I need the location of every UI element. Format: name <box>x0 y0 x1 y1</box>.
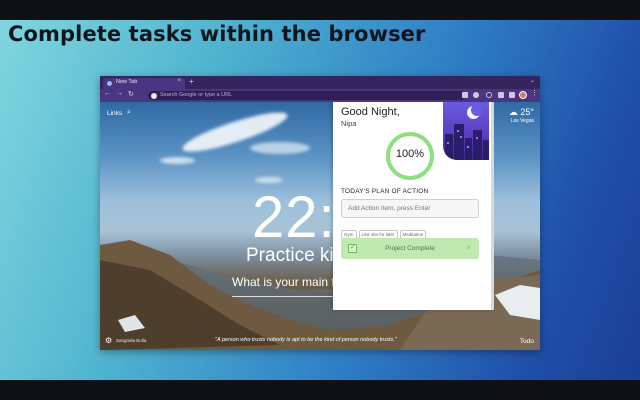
main-focus-question: What is your main fo <box>232 275 342 289</box>
settings-gear-icon[interactable]: ⚙ <box>105 336 112 345</box>
tab-title: New Tab <box>116 79 138 85</box>
address-placeholder: Search Google or type a URL <box>160 92 233 98</box>
extensions-puzzle-icon[interactable] <box>498 92 504 98</box>
bottom-letterbox <box>0 380 640 400</box>
cloud-shape <box>250 142 310 154</box>
forward-button[interactable]: → <box>116 90 123 97</box>
browser-window: New Tab × + ⌄ ← → ↻ Search Google or typ… <box>100 76 540 350</box>
weather-widget[interactable]: ☁ 25° Las Vegas <box>509 107 534 124</box>
headline: Complete tasks within the browser <box>8 22 426 46</box>
extension-avatar-icon[interactable] <box>486 92 492 98</box>
tab-new-tab[interactable]: New Tab × <box>103 78 185 89</box>
profile-avatar[interactable] <box>519 91 527 99</box>
cloud-shape <box>160 157 195 164</box>
dismiss-icon[interactable]: × <box>466 243 471 252</box>
tab-search-chevron-icon[interactable]: ⌄ <box>530 77 535 84</box>
reload-button[interactable]: ↻ <box>128 90 134 98</box>
search-icon[interactable]: ⌕ <box>127 109 131 117</box>
photo-credit[interactable]: Sangriela Bulla <box>116 338 146 343</box>
share-icon[interactable] <box>462 92 468 98</box>
browser-toolbar: ← → ↻ Search Google or type a URL ⋮ <box>100 89 540 102</box>
links-button[interactable]: Links <box>107 110 122 117</box>
side-panel-icon[interactable] <box>509 92 515 98</box>
night-city-illustration <box>443 102 489 160</box>
progress-percent: 100% <box>395 148 425 160</box>
project-complete-label: Project Complete <box>385 245 435 252</box>
greeting: Good Night, <box>341 106 400 118</box>
promo-slide: Complete tasks within the browser New Ta… <box>0 20 640 380</box>
focus-text: Practice ki <box>246 245 334 266</box>
bookmark-star-icon[interactable] <box>473 92 479 98</box>
plan-title: TODAY'S PLAN OF ACTION <box>341 188 429 195</box>
todo-button[interactable]: Todo <box>520 338 534 345</box>
tab-close-icon[interactable]: × <box>177 78 181 84</box>
daily-quote: "A person who trusts nobody is apt to be… <box>215 337 397 343</box>
new-tab-button[interactable]: + <box>189 77 194 86</box>
new-tab-page: Links ⌕ ☁ 25° Las Vegas 22:2 Practice ki… <box>100 102 540 350</box>
top-letterbox <box>0 0 640 20</box>
google-icon <box>151 92 157 99</box>
tab-favicon-icon <box>107 81 112 86</box>
weather-location: Las Vegas <box>510 118 534 124</box>
more-menu-icon[interactable]: ⋮ <box>531 89 538 97</box>
project-complete-item[interactable]: ✓ Project Complete × <box>341 238 479 259</box>
back-button[interactable]: ← <box>104 90 111 97</box>
tab-bar: New Tab × + ⌄ <box>100 76 540 89</box>
panel-scrollbar[interactable] <box>491 102 494 310</box>
user-name: Nipa <box>341 119 357 128</box>
address-bar[interactable]: Search Google or type a URL <box>148 91 466 100</box>
todo-panel: Good Night, Nipa 100% TODAY'S PLAN OF AC… <box>333 102 491 310</box>
temperature: 25° <box>520 107 534 117</box>
cloud-shape <box>255 177 283 183</box>
weather-cloud-icon: ☁ <box>508 107 518 117</box>
add-action-input[interactable] <box>341 199 479 218</box>
